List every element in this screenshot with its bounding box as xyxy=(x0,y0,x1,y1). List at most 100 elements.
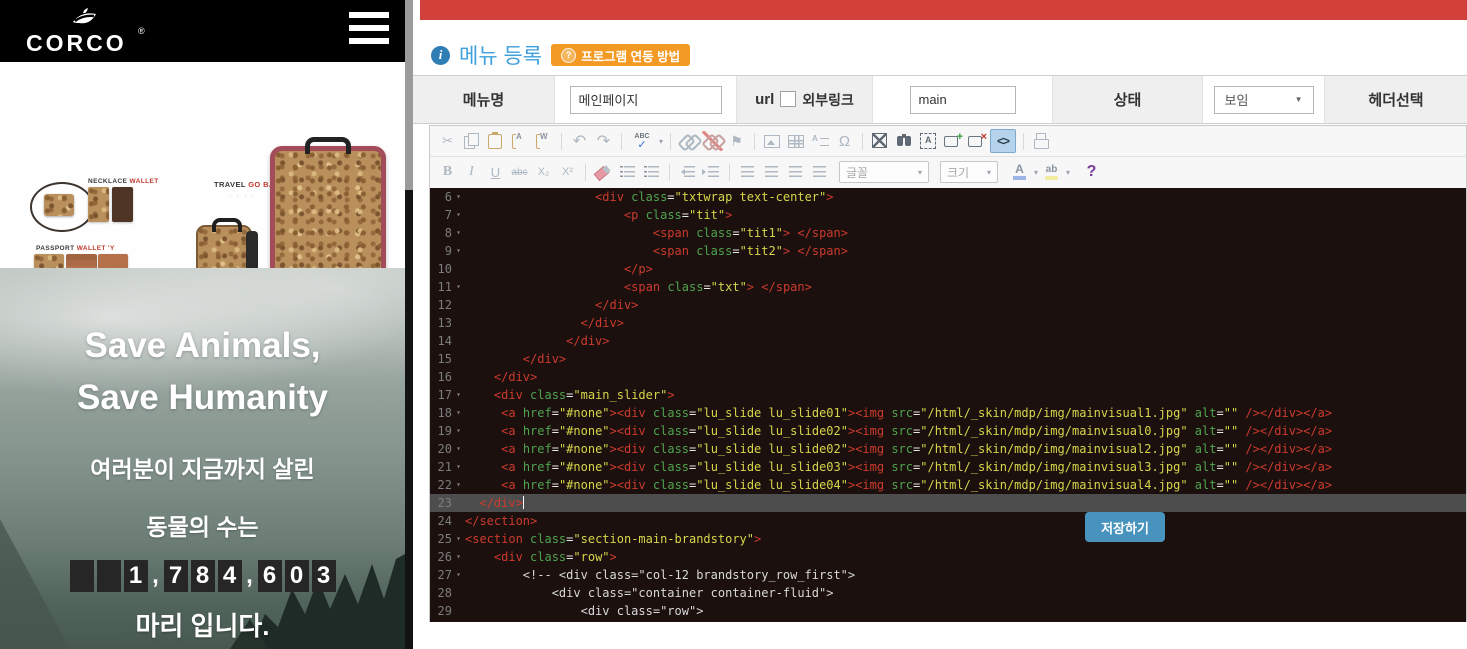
code-line-27[interactable]: 27▾ <!-- <div class="col-12 brandstory_r… xyxy=(430,566,1466,584)
fold-arrow-icon[interactable]: ▾ xyxy=(452,188,465,206)
page: CORCO ® NECKLACE WALLET PASSPORT WALLET … xyxy=(0,0,1467,649)
code-line-18[interactable]: 18▾ <a href="#none"><div class="lu_slide… xyxy=(430,404,1466,422)
subscript-icon[interactable]: X₂ xyxy=(533,162,554,182)
external-link-checkbox[interactable] xyxy=(780,91,796,107)
code-line-10[interactable]: 10 </p> xyxy=(430,260,1466,278)
superscript-icon[interactable]: X² xyxy=(557,162,578,182)
code-line-17[interactable]: 17▾ <div class="main_slider"> xyxy=(430,386,1466,404)
font-size-dropdown[interactable]: 크기 ▾ xyxy=(940,161,998,183)
font-family-dropdown[interactable]: 글꼴 ▾ xyxy=(839,161,929,183)
code-line-30[interactable]: 30 <div class="col-12 col-lg-7 bland-lin… xyxy=(430,620,1466,622)
spellcheck-caret-icon[interactable]: ▾ xyxy=(659,137,663,146)
product-slider[interactable]: NECKLACE WALLET PASSPORT WALLET 'Y TRAVE… xyxy=(0,62,405,268)
code-line-14[interactable]: 14 </div> xyxy=(430,332,1466,350)
code-line-20[interactable]: 20▾ <a href="#none"><div class="lu_slide… xyxy=(430,440,1466,458)
horizontal-rule-icon[interactable] xyxy=(810,131,831,151)
unlink-icon[interactable] xyxy=(702,131,723,151)
menu-name-input[interactable] xyxy=(570,86,722,114)
wallet-cork-image xyxy=(88,187,109,222)
select-all-icon[interactable] xyxy=(918,131,939,151)
code-line-7[interactable]: 7▾ <p class="tit"> xyxy=(430,206,1466,224)
print-icon[interactable] xyxy=(1031,131,1052,151)
spellcheck-icon[interactable]: ABC ✓ xyxy=(629,131,655,151)
bold-icon[interactable]: B xyxy=(437,162,458,182)
align-center-icon[interactable] xyxy=(761,162,782,182)
fold-arrow-icon[interactable]: ▾ xyxy=(452,278,465,296)
strikethrough-icon[interactable]: abc xyxy=(509,162,530,182)
code-line-25[interactable]: 25▾<section class="section-main-brandsto… xyxy=(430,530,1466,548)
hamburger-menu-icon[interactable] xyxy=(349,12,389,50)
find-replace-icon[interactable] xyxy=(894,131,915,151)
code-line-16[interactable]: 16 </div> xyxy=(430,368,1466,386)
source-code-area[interactable]: 6▾ <div class="txtwrap text-center">7▾ <… xyxy=(430,188,1466,622)
numbered-list-icon[interactable] xyxy=(617,162,638,182)
counter-digit-box: 8 xyxy=(191,560,215,592)
scrollbar-thumb[interactable] xyxy=(405,0,413,190)
copy-icon[interactable] xyxy=(461,131,482,151)
site-logo[interactable]: CORCO ® xyxy=(26,6,146,58)
indent-icon[interactable] xyxy=(701,162,722,182)
insert-image-icon[interactable] xyxy=(762,131,783,151)
text-color-icon[interactable]: A xyxy=(1009,162,1030,182)
editor-help-icon[interactable]: ? xyxy=(1081,162,1102,182)
paste-icon[interactable] xyxy=(485,131,506,151)
fold-arrow-icon[interactable]: ▾ xyxy=(452,476,465,494)
program-link-help-button[interactable]: ? 프로그램 연동 방법 xyxy=(551,44,690,66)
code-line-24[interactable]: 24</section> xyxy=(430,512,1466,530)
underline-icon[interactable]: U xyxy=(485,162,506,182)
outdent-icon[interactable] xyxy=(677,162,698,182)
code-line-15[interactable]: 15 </div> xyxy=(430,350,1466,368)
code-line-11[interactable]: 11▾ <span class="txt"> </span> xyxy=(430,278,1466,296)
source-view-button[interactable]: <> xyxy=(990,129,1016,153)
fold-arrow-icon[interactable]: ▾ xyxy=(452,440,465,458)
fold-arrow-icon[interactable]: ▾ xyxy=(452,242,465,260)
align-justify-icon[interactable] xyxy=(809,162,830,182)
special-char-icon[interactable]: Ω xyxy=(834,131,855,151)
code-line-12[interactable]: 12 </div> xyxy=(430,296,1466,314)
fold-arrow-icon[interactable]: ▾ xyxy=(452,422,465,440)
save-button[interactable]: 저장하기 xyxy=(1085,512,1165,542)
italic-icon[interactable]: I xyxy=(461,162,482,182)
code-line-19[interactable]: 19▾ <a href="#none"><div class="lu_slide… xyxy=(430,422,1466,440)
fold-arrow-icon[interactable]: ▾ xyxy=(452,404,465,422)
align-left-icon[interactable] xyxy=(737,162,758,182)
fold-arrow-icon[interactable]: ▾ xyxy=(452,458,465,476)
code-line-29[interactable]: 29 <div class="row"> xyxy=(430,602,1466,620)
code-line-21[interactable]: 21▾ <a href="#none"><div class="lu_slide… xyxy=(430,458,1466,476)
bg-color-caret-icon[interactable]: ▾ xyxy=(1066,168,1070,177)
code-line-6[interactable]: 6▾ <div class="txtwrap text-center"> xyxy=(430,188,1466,206)
cut-icon[interactable]: ✂ xyxy=(437,131,458,151)
code-line-9[interactable]: 9▾ <span class="tit2"> </span> xyxy=(430,242,1466,260)
code-line-22[interactable]: 22▾ <a href="#none"><div class="lu_slide… xyxy=(430,476,1466,494)
maximize-icon[interactable] xyxy=(870,131,891,151)
preview-scrollbar[interactable] xyxy=(405,0,413,649)
bullet-list-icon[interactable] xyxy=(641,162,662,182)
fold-arrow-icon[interactable]: ▾ xyxy=(452,530,465,548)
remove-comment-icon[interactable] xyxy=(966,131,987,151)
code-line-23[interactable]: 23 </div> xyxy=(430,494,1466,512)
url-label-cell: url 외부링크 xyxy=(737,76,873,123)
undo-icon[interactable]: ↶ xyxy=(569,131,590,151)
text-color-caret-icon[interactable]: ▾ xyxy=(1034,168,1038,177)
anchor-flag-icon[interactable]: ⚑ xyxy=(726,131,747,151)
paste-from-word-icon[interactable] xyxy=(533,131,554,151)
fold-arrow-icon[interactable]: ▾ xyxy=(452,566,465,584)
redo-icon[interactable]: ↷ xyxy=(593,131,614,151)
fold-arrow-icon[interactable]: ▾ xyxy=(452,206,465,224)
code-line-26[interactable]: 26▾ <div class="row"> xyxy=(430,548,1466,566)
remove-format-icon[interactable] xyxy=(593,162,614,182)
url-input[interactable] xyxy=(910,86,1016,114)
align-right-icon[interactable] xyxy=(785,162,806,182)
code-line-8[interactable]: 8▾ <span class="tit1"> </span> xyxy=(430,224,1466,242)
new-comment-icon[interactable] xyxy=(942,131,963,151)
paste-as-text-icon[interactable] xyxy=(509,131,530,151)
code-line-28[interactable]: 28 <div class="container container-fluid… xyxy=(430,584,1466,602)
link-icon[interactable] xyxy=(678,131,699,151)
fold-arrow-icon[interactable]: ▾ xyxy=(452,224,465,242)
insert-table-icon[interactable] xyxy=(786,131,807,151)
bg-color-icon[interactable]: ab xyxy=(1041,162,1062,182)
code-line-13[interactable]: 13 </div> xyxy=(430,314,1466,332)
fold-arrow-icon[interactable]: ▾ xyxy=(452,548,465,566)
status-select[interactable]: 보임 ▼ xyxy=(1214,86,1314,114)
fold-arrow-icon[interactable]: ▾ xyxy=(452,386,465,404)
